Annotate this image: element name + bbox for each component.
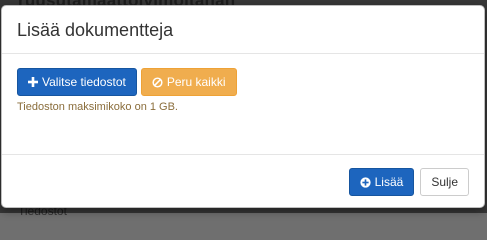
plus-circle-icon bbox=[359, 176, 371, 188]
upload-button-row: Valitse tiedostot Peru kaikki bbox=[17, 68, 469, 96]
select-files-button[interactable]: Valitse tiedostot bbox=[17, 68, 137, 96]
close-button[interactable]: Sulje bbox=[420, 168, 469, 196]
add-button[interactable]: Lisää bbox=[348, 168, 415, 196]
cancel-all-button[interactable]: Peru kaikki bbox=[140, 68, 237, 96]
modal-footer: Lisää Sulje bbox=[2, 155, 484, 207]
modal-title: Lisää dokumentteja bbox=[17, 20, 174, 40]
ban-icon bbox=[152, 76, 163, 88]
cancel-all-label: Peru kaikki bbox=[166, 75, 226, 89]
modal-header: Lisää dokumentteja bbox=[2, 6, 484, 54]
close-label: Sulje bbox=[431, 175, 458, 189]
max-file-size-note: Tiedoston maksimikoko on 1 GB. bbox=[17, 101, 178, 113]
select-files-label: Valitse tiedostot bbox=[42, 75, 126, 89]
add-documents-dialog: Lisää dokumentteja Valitse tiedostot Per… bbox=[1, 5, 485, 208]
add-label: Lisää bbox=[374, 175, 404, 189]
plus-icon bbox=[28, 77, 38, 87]
modal-body: Valitse tiedostot Peru kaikki Tiedoston … bbox=[2, 54, 484, 155]
